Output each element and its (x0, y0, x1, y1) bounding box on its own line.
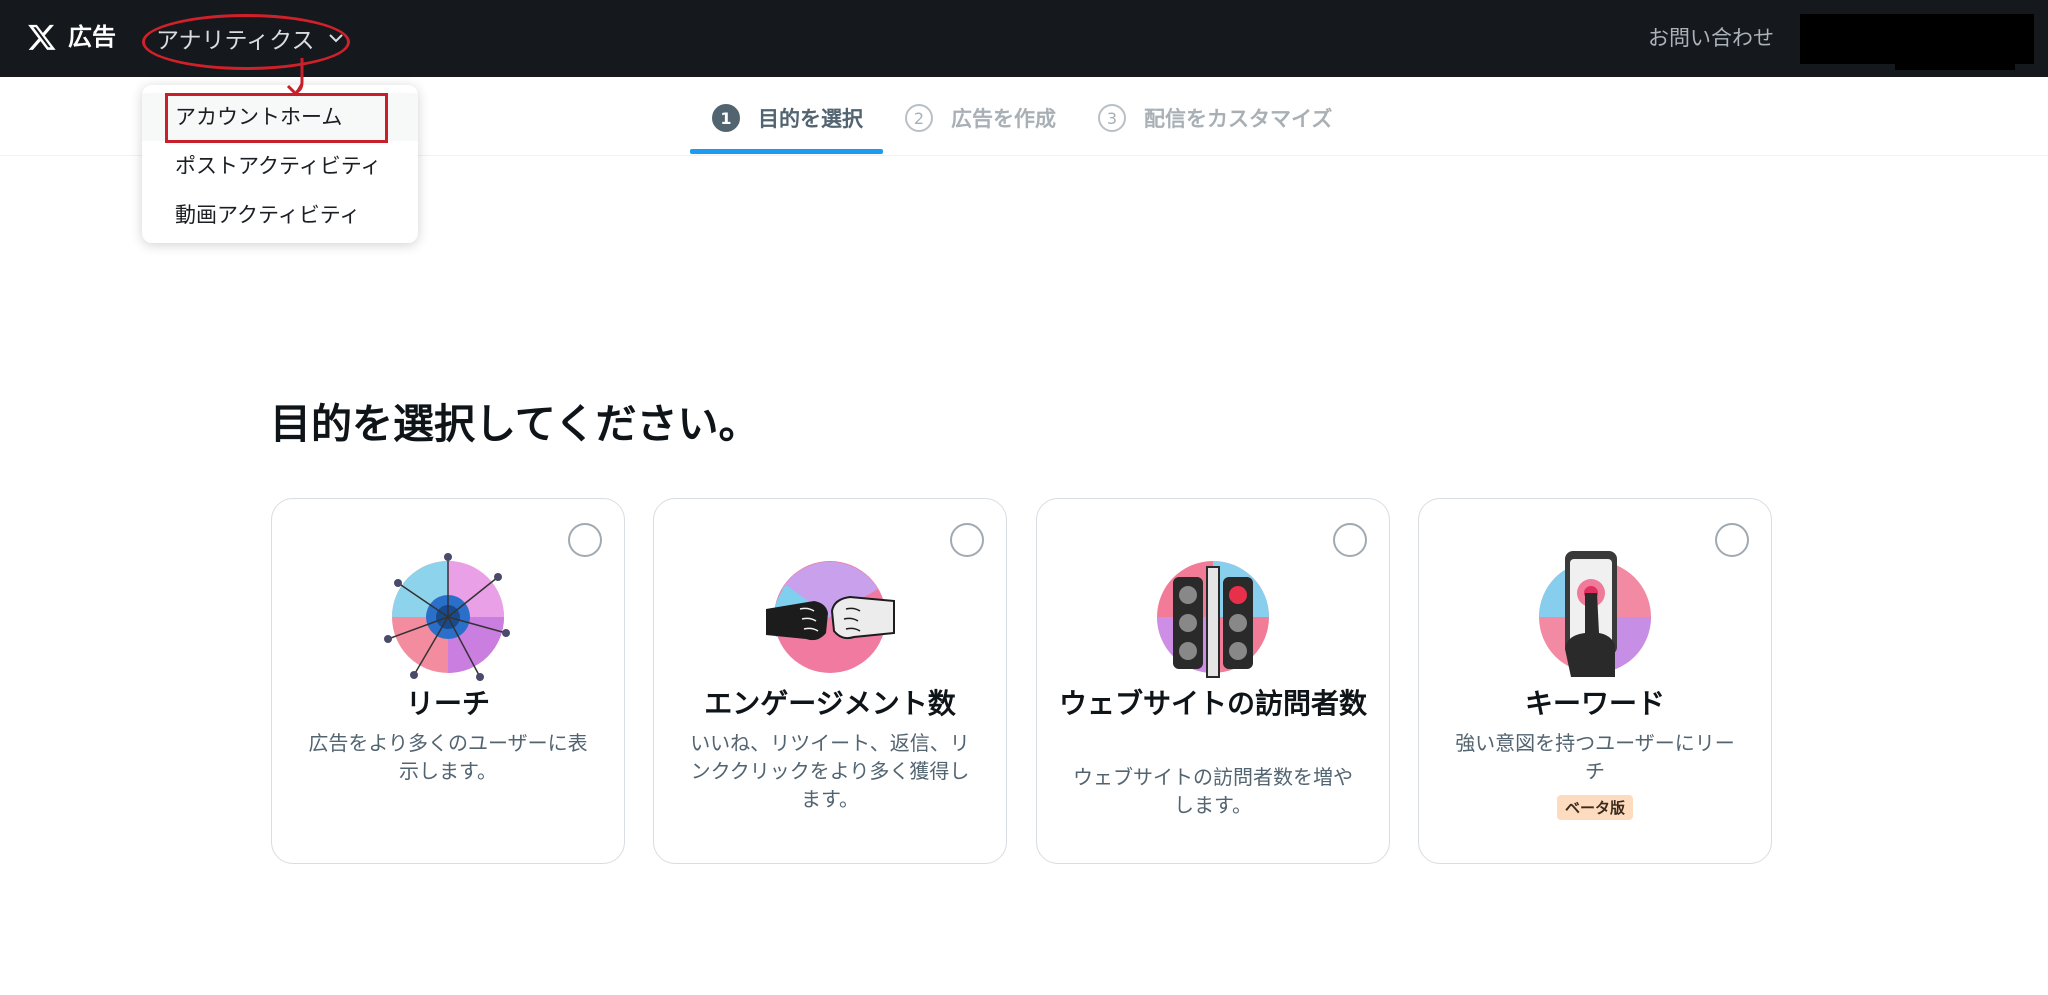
card-description: 広告をより多くのユーザーに表示します。 (308, 731, 588, 783)
traffic-light-illustration-icon (1157, 561, 1269, 678)
step-customize-delivery[interactable]: 3 配信をカスタマイズ (1098, 101, 1332, 135)
objective-card-keyword[interactable]: キーワード 強い意図を持つユーザーにリーチ ベータ版 (1418, 498, 1772, 864)
fist-bump-illustration-icon (766, 561, 895, 673)
analytics-menu-label: アナリティクス (156, 28, 315, 54)
card-title: エンゲージメント数 (704, 687, 956, 720)
top-navigation-bar: 広告 アナリティクス お問い合わせ (0, 0, 2048, 77)
step-number: 2 (905, 104, 933, 132)
menu-item-video-activity[interactable]: 動画アクティビティ (142, 191, 418, 239)
step-create-ad[interactable]: 2 広告を作成 (905, 101, 1056, 135)
card-description: いいね、リツイート、返信、リンククリックをより多く獲得します。 (690, 731, 970, 811)
analytics-dropdown-menu: アカウントホーム ポストアクティビティ 動画アクティビティ (142, 85, 418, 243)
objective-card-engagement[interactable]: エンゲージメント数 いいね、リツイート、返信、リンククリックをより多く獲得します… (653, 498, 1007, 864)
account-redaction-block (1895, 56, 2015, 70)
step-label: 広告を作成 (951, 107, 1056, 131)
objective-card-reach[interactable]: リーチ 広告をより多くのユーザーに表示します。 (271, 498, 625, 864)
card-title: キーワード (1524, 687, 1665, 720)
step-number: 1 (712, 104, 740, 132)
active-step-indicator (690, 149, 883, 154)
step-number: 3 (1098, 104, 1126, 132)
contact-link[interactable]: お問い合わせ (1648, 22, 1774, 54)
analytics-menu-button[interactable]: アナリティクス (156, 20, 344, 56)
phone-touch-illustration-icon (1539, 551, 1651, 677)
step-select-objective[interactable]: 1 目的を選択 (712, 101, 863, 135)
objective-radio[interactable] (1715, 523, 1749, 557)
reach-illustration-icon (384, 553, 510, 681)
menu-item-post-activity[interactable]: ポストアクティビティ (142, 142, 418, 190)
card-title: ウェブサイトの訪問者数 (1058, 687, 1367, 720)
step-label: 配信をカスタマイズ (1144, 107, 1333, 131)
chevron-down-icon (329, 34, 344, 43)
objective-radio[interactable] (1333, 523, 1367, 557)
x-logo-icon[interactable] (27, 22, 57, 52)
objective-card-website-visits[interactable]: ウェブサイトの訪問者数 ウェブサイトの訪問者数を増やします。 (1036, 498, 1390, 864)
menu-item-account-home[interactable]: アカウントホーム (142, 93, 418, 141)
ads-brand-label[interactable]: 広告 (68, 20, 116, 54)
objective-radio[interactable] (568, 523, 602, 557)
objective-radio[interactable] (950, 523, 984, 557)
page-title: 目的を選択してください。 (270, 400, 760, 448)
card-description: ウェブサイトの訪問者数を増やします。 (1073, 765, 1353, 817)
step-label: 目的を選択 (758, 107, 863, 131)
card-description: 強い意図を持つユーザーにリーチ (1455, 731, 1735, 783)
beta-badge: ベータ版 (1556, 795, 1634, 820)
card-title: リーチ (405, 687, 490, 720)
